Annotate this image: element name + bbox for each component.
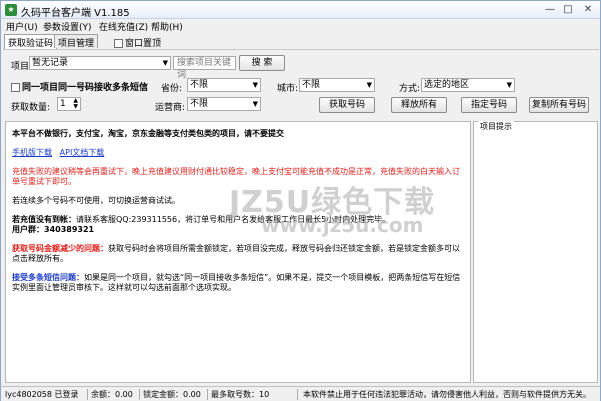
quantity-value: 1 [60,99,66,109]
project-select[interactable]: 暂无记录 ▼ [29,56,171,70]
title-bar[interactable]: ★ 久码平台客户端 V1.185 — □ ✕ [1,1,600,19]
quantity-label: 获取数量: [11,103,51,113]
city-label: 城市: [277,84,299,94]
mode-select[interactable]: 选定的地区 ▼ [421,78,515,92]
status-max-count: 最多取号数：10 [211,390,270,399]
status-divider [207,389,208,400]
pin-window-checkbox[interactable]: 窗口置顶 [114,36,161,49]
mode-label: 方式: [399,84,421,94]
recharge-title: 若充值没有到帐： [12,215,76,224]
project-hint-title: 项目提示 [478,121,514,132]
menu-help[interactable]: 帮助(H) [151,20,183,33]
status-user: lyc4802058 已登录 [5,390,79,399]
amount-issue-title: 获取号码金额减少的问题： [12,244,108,253]
app-icon: ★ [5,4,17,16]
chevron-down-icon: ▼ [506,81,512,89]
window-title: 久码平台客户端 V1.185 [21,8,130,19]
chevron-down-icon: ▼ [252,81,258,89]
copy-all-numbers-button[interactable]: 复制所有号码 [529,97,589,113]
menu-recharge[interactable]: 在线充值(Z) [99,20,148,33]
notice-area: 本平台不做银行，支付宝，淘宝，京东金融等支付类包类的项目，请不要提交 手机版下载… [5,121,471,383]
notice-text: 本平台不做银行，支付宝，淘宝，京东金融等支付类包类的项目，请不要提交 [12,129,284,138]
search-button[interactable]: 搜 索 [239,55,285,71]
specify-number-button[interactable]: 指定号码 [461,97,517,113]
tab-get-code[interactable]: 获取验证码 [4,34,58,49]
province-select[interactable]: 不限 ▼ [187,78,261,92]
app-window: ★ 久码平台客户端 V1.185 — □ ✕ 用户(U) 参数设置(Y) 在线充… [0,0,601,401]
status-divider [297,389,298,400]
menu-bar: 用户(U) 参数设置(Y) 在线充值(Z) 帮助(H) [1,19,600,33]
get-number-button[interactable]: 获取号码 [319,97,375,113]
minimize-button[interactable]: — [541,1,559,18]
multi-sms-check[interactable] [11,83,20,92]
carrier-select[interactable]: 不限 ▼ [187,97,261,111]
tab-project-manage[interactable]: 项目管理 [54,34,99,49]
multi-sms-checkbox[interactable]: 同一项目同一号码接收多条短信 [11,80,148,93]
maximize-button[interactable]: □ [559,1,577,18]
chevron-down-icon: ▼ [162,59,168,67]
carrier-label: 运营商: [155,103,186,113]
api-doc-download-link[interactable]: API文档下载 [60,148,105,157]
close-button[interactable]: ✕ [577,1,599,18]
menu-user[interactable]: 用户(U) [6,20,38,33]
pin-window-label: 窗口置顶 [125,39,162,49]
search-input[interactable]: 搜索项目关键词 [173,56,236,80]
release-all-button[interactable]: 释放所有 [391,97,447,113]
province-value: 不限 [190,80,209,90]
province-label: 省份: [161,84,183,94]
watermark-url: www.jz5u.com [261,213,424,237]
mode-value: 选定的地区 [424,80,470,90]
project-hint-box: 项目提示 [473,121,598,383]
quantity-stepper[interactable]: 1 ▲ ▼ [57,97,81,111]
status-divider [139,389,140,400]
multi-sms-issue-title: 接受多条短信问题： [12,273,84,282]
pin-window-check[interactable] [114,39,123,48]
multi-sms-label: 同一项目同一号码接收多条短信 [22,83,149,93]
chevron-down-icon: ▼ [252,100,258,108]
status-divider [87,389,88,400]
city-value: 不限 [302,80,321,90]
project-value: 暂无记录 [32,58,69,68]
city-select[interactable]: 不限 ▼ [299,78,375,92]
user-group: 用户群：340389321 [12,225,95,234]
chevron-down-icon: ▼ [366,81,372,89]
stepper-arrows-icon[interactable]: ▲ ▼ [73,98,78,110]
status-balance: 余额：0.00 [91,390,133,399]
mobile-download-link[interactable]: 手机版下载 [12,148,52,157]
status-disclaimer: 本软件禁止用于任何违法犯罪活动，请勿侵害他人利益，否则与软件提供方无关。 [303,390,591,399]
carrier-value: 不限 [190,99,209,109]
menu-settings[interactable]: 参数设置(Y) [43,20,92,33]
status-locked: 锁定金额：0.00 [143,390,201,399]
tab-bar: 获取验证码 项目管理 窗口置顶 [1,34,600,49]
status-bar: lyc4802058 已登录 余额：0.00 锁定金额：0.00 最多取号数：1… [1,386,600,401]
